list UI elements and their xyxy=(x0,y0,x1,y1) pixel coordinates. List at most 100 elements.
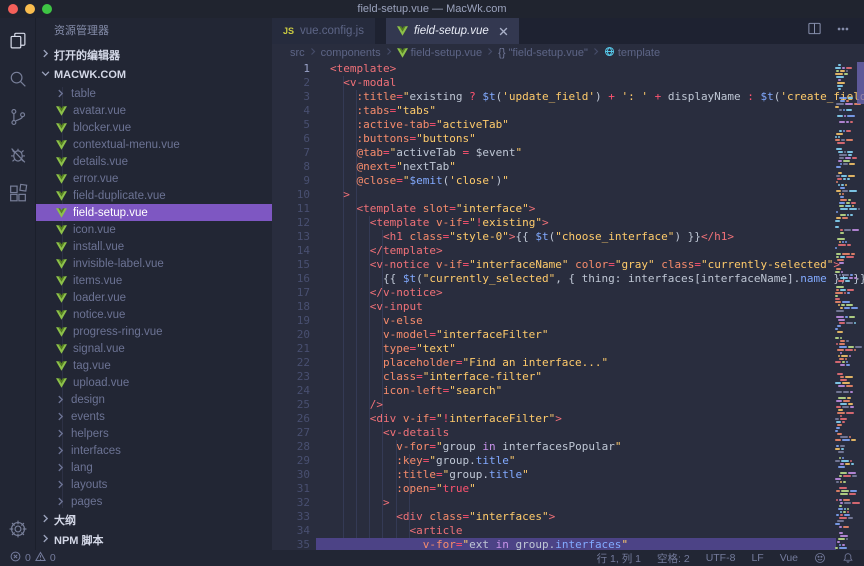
tree-item-field-duplicate.vue[interactable]: field-duplicate.vue xyxy=(36,187,272,204)
code-line-18[interactable]: 18 <v-input xyxy=(272,300,864,314)
code-line-10[interactable]: 10 > xyxy=(272,188,864,202)
code-editor[interactable]: 1<template>2 <v-modal3 :title="existing … xyxy=(272,62,864,550)
tree-item-interfaces[interactable]: interfaces xyxy=(36,442,272,459)
maximize-window-button[interactable] xyxy=(42,4,52,14)
minimap[interactable] xyxy=(835,62,857,550)
code-line-12[interactable]: 12 <template v-if="!existing"> xyxy=(272,216,864,230)
chevron-right-icon xyxy=(56,412,65,421)
code-line-31[interactable]: 31 :open="true" xyxy=(272,482,864,496)
tree-item-blocker.vue[interactable]: blocker.vue xyxy=(36,119,272,136)
code-line-4[interactable]: 4 :tabs="tabs" xyxy=(272,104,864,118)
code-line-27[interactable]: 27 <v-details xyxy=(272,426,864,440)
close-window-button[interactable] xyxy=(8,4,18,14)
code-line-25[interactable]: 25 /> xyxy=(272,398,864,412)
tree-item-upload.vue[interactable]: upload.vue xyxy=(36,374,272,391)
tab-vue.config.js[interactable]: JSvue.config.js xyxy=(272,18,375,44)
debug-disabled-icon[interactable] xyxy=(7,144,29,166)
status-item-2[interactable]: 空格: 2 xyxy=(657,551,690,566)
tree-item-error.vue[interactable]: error.vue xyxy=(36,170,272,187)
code-line-14[interactable]: 14 </template> xyxy=(272,244,864,258)
code-line-22[interactable]: 22 placeholder="Find an interface..." xyxy=(272,356,864,370)
tree-item-install.vue[interactable]: install.vue xyxy=(36,238,272,255)
project-root-section[interactable]: MACWK.COM xyxy=(36,65,272,85)
breadcrumb-item-4[interactable]: {}"field-setup.vue" xyxy=(498,47,588,59)
code-line-23[interactable]: 23 class="interface-filter" xyxy=(272,370,864,384)
notifications-bell-icon[interactable] xyxy=(842,552,854,564)
code-line-24[interactable]: 24 icon-left="search" xyxy=(272,384,864,398)
code-line-5[interactable]: 5 :active-tab="activeTab" xyxy=(272,118,864,132)
editor-group: JSvue.config.js field-setup.vue src compon… xyxy=(272,18,864,550)
minimize-window-button[interactable] xyxy=(25,4,35,14)
window-controls xyxy=(8,4,52,14)
open-editors-section[interactable]: 打开的编辑器 xyxy=(36,45,272,65)
feedback-smiley-icon[interactable] xyxy=(814,552,826,564)
status-item-3[interactable]: UTF-8 xyxy=(706,552,736,564)
search-icon[interactable] xyxy=(7,68,29,90)
code-line-19[interactable]: 19 v-else xyxy=(272,314,864,328)
code-line-17[interactable]: 17 </v-notice> xyxy=(272,286,864,300)
settings-gear-icon[interactable] xyxy=(7,518,29,540)
source-control-icon[interactable] xyxy=(7,106,29,128)
more-actions-icon[interactable] xyxy=(836,22,850,41)
code-line-32[interactable]: 32 > xyxy=(272,496,864,510)
code-line-15[interactable]: 15 <v-notice v-if="interfaceName" color=… xyxy=(272,258,864,272)
tree-item-items.vue[interactable]: items.vue xyxy=(36,272,272,289)
code-line-9[interactable]: 9 @close="$emit('close')" xyxy=(272,174,864,188)
tree-item-contextual-menu.vue[interactable]: contextual-menu.vue xyxy=(36,136,272,153)
code-line-20[interactable]: 20 v-model="interfaceFilter" xyxy=(272,328,864,342)
line-number: 21 xyxy=(272,342,310,356)
tree-item-field-setup.vue[interactable]: field-setup.vue xyxy=(36,204,272,221)
code-line-29[interactable]: 29 :key="group.title" xyxy=(272,454,864,468)
tree-item-invisible-label.vue[interactable]: invisible-label.vue xyxy=(36,255,272,272)
code-line-1[interactable]: 1<template> xyxy=(272,62,864,76)
tree-item-pages[interactable]: pages xyxy=(36,493,272,510)
code-line-16[interactable]: 16 {{ $t("currently_selected", { thing: … xyxy=(272,272,864,286)
split-editor-icon[interactable] xyxy=(807,21,822,41)
vue-file-icon xyxy=(56,106,67,116)
tree-item-signal.vue[interactable]: signal.vue xyxy=(36,340,272,357)
tree-item-design[interactable]: design xyxy=(36,391,272,408)
code-line-33[interactable]: 33 <div class="interfaces"> xyxy=(272,510,864,524)
breadcrumb-item-3[interactable]: field-setup.vue xyxy=(397,47,483,59)
code-line-28[interactable]: 28 v-for="group in interfacesPopular" xyxy=(272,440,864,454)
problems-indicator[interactable]: 0 0 xyxy=(10,551,56,565)
tree-item-events[interactable]: events xyxy=(36,408,272,425)
code-line-34[interactable]: 34 <article xyxy=(272,524,864,538)
editor-scrollbar[interactable] xyxy=(857,62,864,104)
tree-item-table[interactable]: table xyxy=(36,85,272,102)
tree-item-layouts[interactable]: layouts xyxy=(36,476,272,493)
tree-item-notice.vue[interactable]: notice.vue xyxy=(36,306,272,323)
code-line-26[interactable]: 26 <div v-if="!interfaceFilter"> xyxy=(272,412,864,426)
code-line-3[interactable]: 3 :title="existing ? $t('update_field') … xyxy=(272,90,864,104)
code-line-8[interactable]: 8 @next="nextTab" xyxy=(272,160,864,174)
tree-item-helpers[interactable]: helpers xyxy=(36,425,272,442)
code-line-6[interactable]: 6 :buttons="buttons" xyxy=(272,132,864,146)
close-tab-icon[interactable] xyxy=(499,27,508,36)
code-line-2[interactable]: 2 <v-modal xyxy=(272,76,864,90)
explorer-icon[interactable] xyxy=(7,30,29,52)
outline-section[interactable]: 大纲 xyxy=(36,510,272,530)
tree-item-tag.vue[interactable]: tag.vue xyxy=(36,357,272,374)
breadcrumb-item-1[interactable]: src xyxy=(290,47,305,59)
npm-scripts-section[interactable]: NPM 脚本 xyxy=(36,530,272,550)
tree-item-loader.vue[interactable]: loader.vue xyxy=(36,289,272,306)
breadcrumb-item-5[interactable]: template xyxy=(604,46,660,60)
tree-item-lang[interactable]: lang xyxy=(36,459,272,476)
status-item-5[interactable]: Vue xyxy=(780,552,798,564)
code-line-35[interactable]: 35 v-for="ext in group.interfaces" xyxy=(272,538,864,550)
breadcrumb-item-2[interactable]: components xyxy=(321,47,381,59)
tree-item-avatar.vue[interactable]: avatar.vue xyxy=(36,102,272,119)
code-line-13[interactable]: 13 <h1 class="style-0">{{ $t("choose_int… xyxy=(272,230,864,244)
tree-item-progress-ring.vue[interactable]: progress-ring.vue xyxy=(36,323,272,340)
code-line-21[interactable]: 21 type="text" xyxy=(272,342,864,356)
code-line-11[interactable]: 11 <template slot="interface"> xyxy=(272,202,864,216)
status-item-4[interactable]: LF xyxy=(751,552,763,564)
status-item-1[interactable]: 行 1, 列 1 xyxy=(597,551,641,566)
code-line-30[interactable]: 30 :title="group.title" xyxy=(272,468,864,482)
tree-item-details.vue[interactable]: details.vue xyxy=(36,153,272,170)
code-line-7[interactable]: 7 @tab="activeTab = $event" xyxy=(272,146,864,160)
tab-field-setup.vue[interactable]: field-setup.vue xyxy=(386,18,519,44)
extensions-icon[interactable] xyxy=(7,182,29,204)
tree-item-icon.vue[interactable]: icon.vue xyxy=(36,221,272,238)
line-number: 2 xyxy=(272,76,310,90)
